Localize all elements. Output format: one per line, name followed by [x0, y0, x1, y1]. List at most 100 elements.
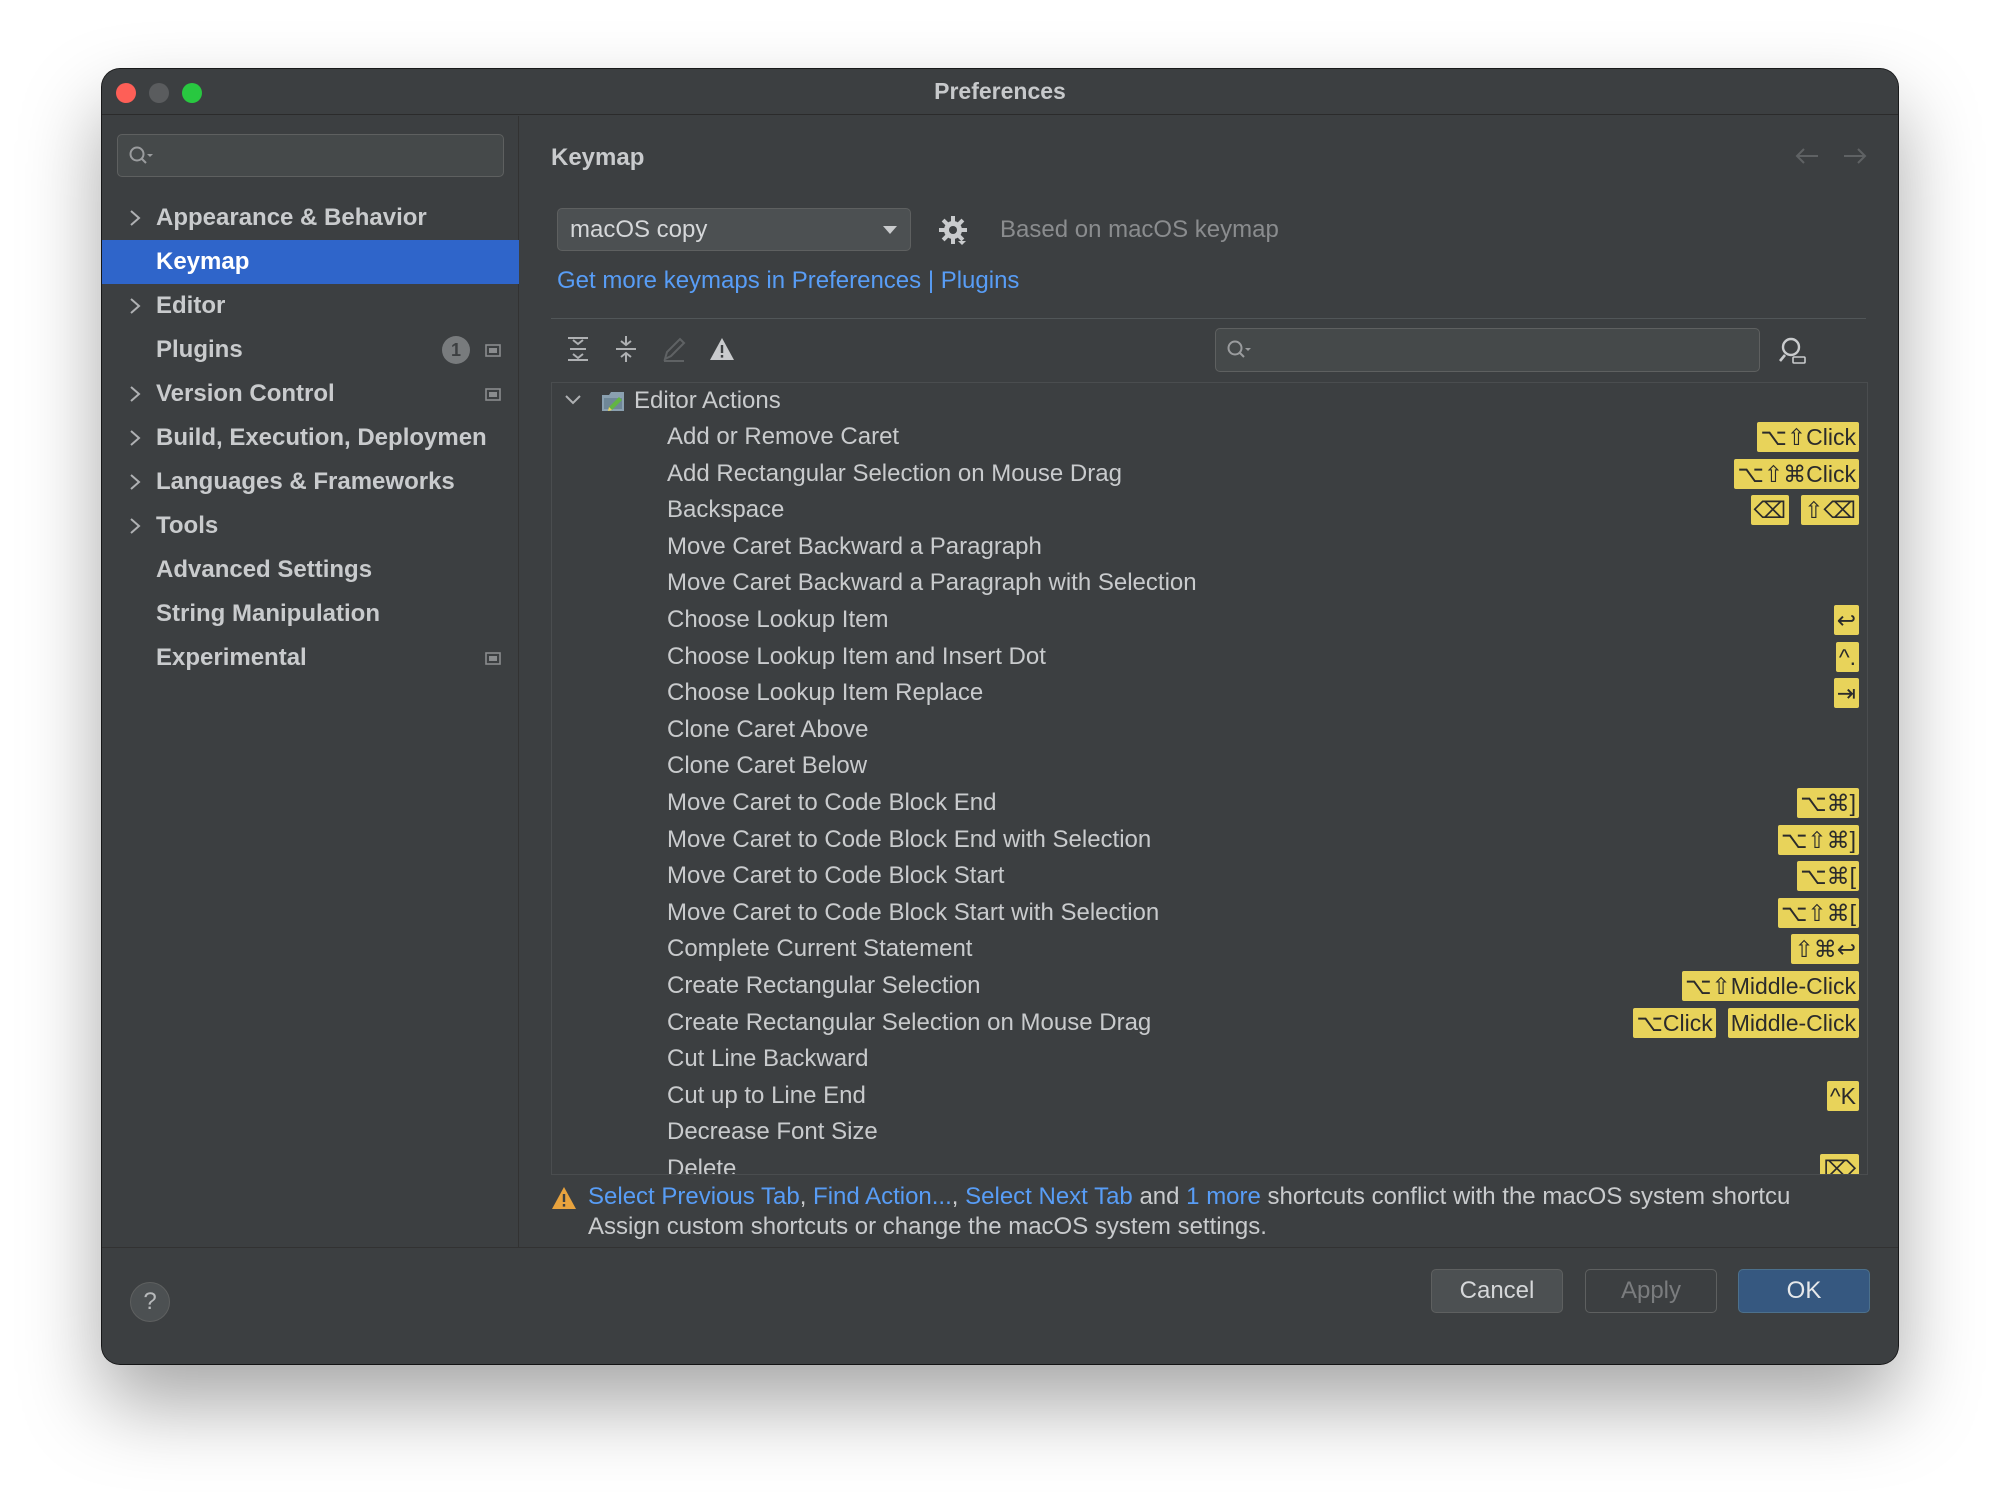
based-on-label: Based on macOS keymap	[1000, 216, 1279, 243]
shortcut-list: ⌫ ⇧⌫	[1750, 495, 1859, 526]
shortcut-badge: ⌥⌘[	[1797, 861, 1859, 892]
sidebar-item-experimental[interactable]: Experimental	[102, 636, 519, 680]
action-label: Add Rectangular Selection on Mouse Drag	[667, 459, 1122, 487]
edit-icon[interactable]	[660, 334, 688, 364]
shortcut-list: ⌥⇧⌘[	[1777, 897, 1859, 928]
minimize-window-button[interactable]	[149, 83, 169, 103]
action-row[interactable]: Clone Caret Above	[552, 712, 1867, 749]
shortcut-badge: Middle-Click	[1727, 1007, 1859, 1038]
keymap-panel: Keymap macOS copy Based on macOS keymap …	[520, 116, 1898, 1247]
action-row[interactable]: Delete ⌦	[552, 1151, 1867, 1175]
shortcut-list: ⌦	[1820, 1153, 1859, 1174]
chevron-right-icon[interactable]	[127, 516, 143, 536]
action-label: Delete	[667, 1154, 737, 1175]
tree-group-editor-actions[interactable]: Editor Actions	[552, 383, 1867, 419]
back-arrow-icon[interactable]	[1794, 146, 1820, 166]
apply-button[interactable]: Apply	[1585, 1269, 1717, 1313]
sidebar-item-languages-frameworks[interactable]: Languages & Frameworks	[102, 460, 519, 504]
action-row[interactable]: Move Caret to Code Block End with Select…	[552, 822, 1867, 859]
select-previous-tab-link[interactable]: Select Previous Tab	[588, 1183, 800, 1210]
sidebar-item-version-control[interactable]: Version Control	[102, 372, 519, 416]
sidebar-item-tools[interactable]: Tools	[102, 504, 519, 548]
sidebar-item-plugins[interactable]: Plugins 1	[102, 328, 519, 372]
action-row[interactable]: Move Caret to Code Block End ⌥⌘]	[552, 785, 1867, 822]
find-by-shortcut-icon[interactable]	[1778, 335, 1808, 365]
action-label: Add or Remove Caret	[667, 423, 900, 450]
warning-icon	[552, 1187, 576, 1209]
preferences-window: Preferences Appearance & Behavior Keymap E…	[102, 69, 1898, 1364]
action-row[interactable]: Create Rectangular Selection ⌥⇧Middle-Cli…	[552, 968, 1867, 1005]
action-search-input[interactable]	[1215, 328, 1760, 372]
sidebar-item-advanced-settings[interactable]: Advanced Settings	[102, 548, 519, 592]
sidebar-item-label: Advanced Settings	[156, 556, 373, 583]
action-row[interactable]: Choose Lookup Item ↩	[552, 602, 1867, 639]
action-label: Move Caret Backward a Paragraph with Sel…	[667, 569, 1197, 597]
forward-arrow-icon[interactable]	[1842, 146, 1868, 166]
chevron-right-icon[interactable]	[127, 384, 143, 404]
chevron-right-icon[interactable]	[127, 428, 143, 448]
action-row[interactable]: Choose Lookup Item Replace ⇥	[552, 675, 1867, 712]
shortcut-list: ⌥⇧⌘]	[1777, 824, 1859, 855]
action-label: Backspace	[667, 496, 785, 524]
chevron-right-icon[interactable]	[127, 296, 143, 316]
chevron-right-icon[interactable]	[127, 472, 143, 492]
keymap-select[interactable]: macOS copy	[557, 208, 911, 251]
shortcut-badge: ⌦	[1820, 1153, 1859, 1174]
gear-icon[interactable]	[938, 215, 968, 245]
action-label: Clone Caret Below	[667, 752, 868, 780]
action-row[interactable]: Move Caret Backward a Paragraph	[552, 529, 1867, 566]
shortcut-list: ⌥⇧Middle-Click	[1681, 970, 1859, 1001]
action-row[interactable]: Move Caret to Code Block Start with Sele…	[552, 895, 1867, 932]
action-row[interactable]: Move Caret to Code Block Start ⌥⌘[	[552, 858, 1867, 895]
dialog-footer: ? Cancel Apply OK	[102, 1247, 1898, 1364]
sidebar-item-keymap[interactable]: Keymap	[102, 240, 519, 284]
action-label: Choose Lookup Item and Insert Dot	[667, 642, 1046, 670]
action-row[interactable]: Add Rectangular Selection on Mouse Drag ⌥…	[552, 456, 1867, 493]
action-label: Move Caret to Code Block End with Select…	[667, 825, 1152, 853]
sidebar-item-editor[interactable]: Editor	[102, 284, 519, 328]
action-row[interactable]: Clone Caret Below	[552, 748, 1867, 785]
expand-all-icon[interactable]	[564, 334, 592, 364]
action-row[interactable]: Complete Current Statement ⇧⌘↩	[552, 931, 1867, 968]
shortcut-badge: ⇧⌘↩	[1791, 934, 1859, 965]
shortcut-badge: ^.	[1835, 641, 1859, 672]
ok-button[interactable]: OK	[1738, 1269, 1870, 1313]
action-row[interactable]: Create Rectangular Selection on Mouse Dr…	[552, 1005, 1867, 1042]
project-level-icon	[485, 343, 501, 357]
keymap-tree[interactable]: Editor Actions Add or Remove Caret ⌥⇧Clic…	[551, 382, 1868, 1175]
collapse-all-icon[interactable]	[612, 334, 640, 364]
shortcut-list: ⇧⌘↩	[1791, 934, 1859, 965]
shortcut-list: ↩	[1833, 604, 1859, 635]
sidebar-item-appearance-behavior[interactable]: Appearance & Behavior	[102, 196, 519, 240]
action-row[interactable]: Move Caret Backward a Paragraph with Sel…	[552, 565, 1867, 602]
sidebar-item-string-manipulation[interactable]: String Manipulation	[102, 592, 519, 636]
shortcut-badge: ⇥	[1833, 678, 1859, 709]
shortcut-list: ^K	[1826, 1080, 1859, 1111]
warning-filter-icon[interactable]	[708, 334, 736, 364]
sidebar-search-input[interactable]	[117, 134, 504, 177]
cancel-button[interactable]: Cancel	[1431, 1269, 1563, 1313]
action-row[interactable]: Choose Lookup Item and Insert Dot ^.	[552, 639, 1867, 676]
editor-actions-icon	[602, 392, 624, 411]
warning-text: Select Previous Tab, Find Action..., Sel…	[588, 1183, 1878, 1211]
warning-hint: Assign custom shortcuts or change the ma…	[588, 1213, 1267, 1240]
select-next-tab-link[interactable]: Select Next Tab	[965, 1183, 1133, 1210]
sidebar-item-label: Plugins	[156, 336, 243, 363]
action-row[interactable]: Add or Remove Caret ⌥⇧Click	[552, 419, 1867, 456]
one-more-link[interactable]: 1 more	[1186, 1183, 1261, 1210]
get-more-keymaps-link[interactable]: Get more keymaps in Preferences | Plugin…	[557, 267, 1019, 295]
sidebar-item-build-execution-deploymen[interactable]: Build, Execution, Deploymen	[102, 416, 519, 460]
action-row[interactable]: Backspace ⌫ ⇧⌫	[552, 492, 1867, 529]
action-row[interactable]: Cut up to Line End ^K	[552, 1078, 1867, 1115]
action-row[interactable]: Cut Line Backward	[552, 1041, 1867, 1078]
chevron-right-icon[interactable]	[127, 208, 143, 228]
shortcut-badge: ⌥⇧⌘Click	[1734, 458, 1859, 489]
window-title: Preferences	[934, 78, 1066, 104]
help-button[interactable]: ?	[130, 1282, 170, 1322]
close-window-button[interactable]	[116, 83, 136, 103]
maximize-window-button[interactable]	[182, 83, 202, 103]
shortcut-badge: ⇧⌫	[1801, 495, 1859, 526]
find-action-link[interactable]: Find Action...	[813, 1183, 952, 1210]
chevron-down-icon[interactable]	[564, 393, 582, 407]
action-row[interactable]: Decrease Font Size	[552, 1114, 1867, 1151]
